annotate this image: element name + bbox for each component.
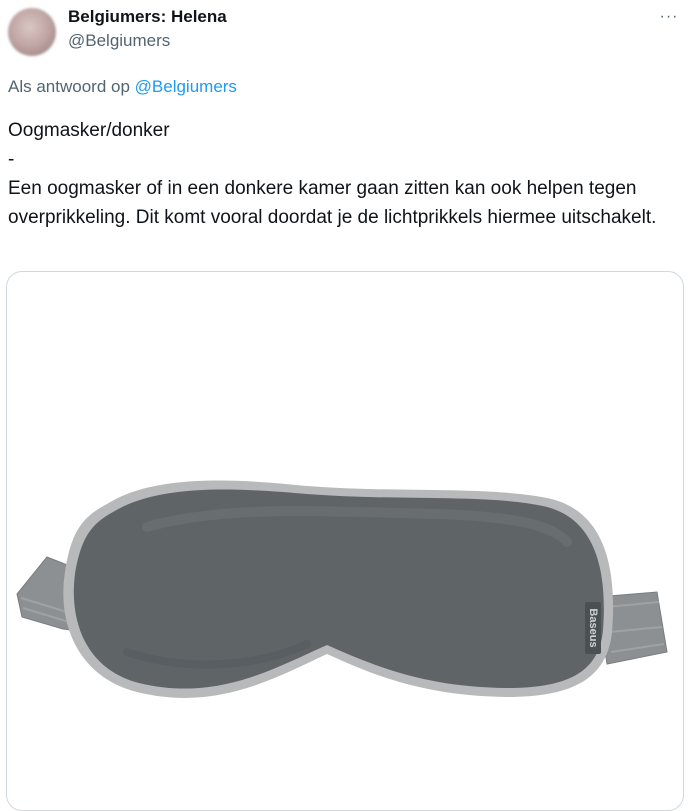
author-handle[interactable]: @Belgiumers <box>68 30 170 52</box>
tweet-text: Oogmasker/donker - Een oogmasker of in e… <box>8 116 680 232</box>
reply-prefix: Als antwoord op <box>8 77 130 96</box>
tweet-text-line: - <box>8 149 15 170</box>
tweet-text-line: Een oogmasker of in een donkere kamer ga… <box>8 178 657 228</box>
author-avatar[interactable] <box>8 8 56 56</box>
sleep-mask-illustration: Baseus <box>16 480 668 698</box>
reply-context: Als antwoord op @Belgiumers <box>8 76 237 98</box>
tweet-text-line: Oogmasker/donker <box>8 120 170 141</box>
reply-to-link[interactable]: @Belgiumers <box>135 77 237 96</box>
brand-label: Baseus <box>587 608 599 647</box>
author-name[interactable]: Belgiumers: Helena <box>68 6 227 28</box>
more-options-button[interactable]: ··· <box>657 6 681 28</box>
more-horizontal-icon: ··· <box>659 8 679 25</box>
tweet-media-image[interactable]: Baseus <box>6 271 684 811</box>
